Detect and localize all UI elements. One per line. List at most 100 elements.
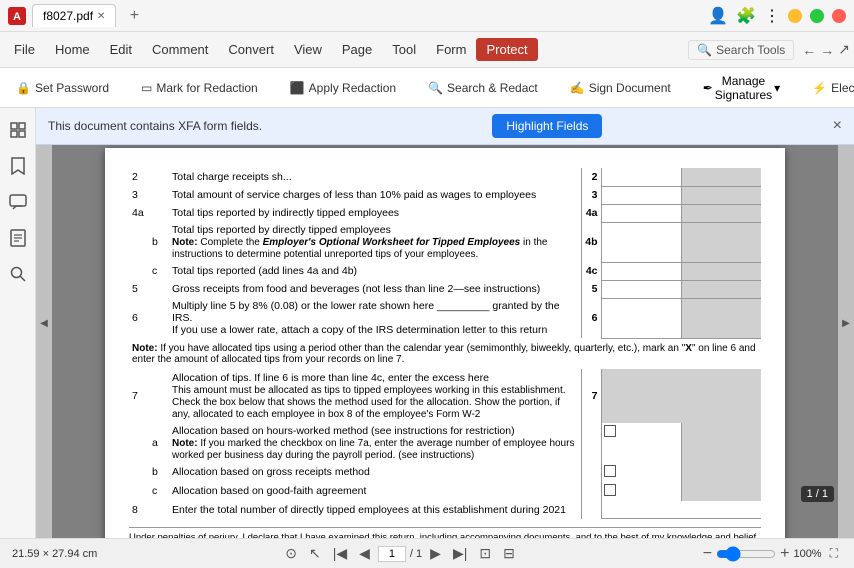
menu-convert[interactable]: Convert (218, 38, 284, 61)
table-row: 6 Multiply line 5 by 8% (0.08) or the lo… (129, 298, 761, 338)
table-row: 7 Allocation of tips. If line 6 is more … (129, 369, 761, 423)
mark-redaction-button[interactable]: ▭ Mark for Redaction (133, 77, 266, 99)
tab-close-icon[interactable]: ✕ (97, 11, 105, 22)
row-text: Allocation based on good-faith agreement (169, 482, 581, 501)
sub-line: c (149, 482, 169, 501)
line-number (129, 262, 149, 280)
menu-bar: File Home Edit Comment Convert View Page… (0, 32, 854, 68)
sidebar-bookmarks[interactable] (4, 152, 32, 180)
zoom-in-button[interactable]: + (780, 545, 789, 563)
sidebar-search[interactable] (4, 260, 32, 288)
page-count-badge: 1 / 1 (801, 486, 834, 500)
menu-file[interactable]: File (4, 38, 45, 61)
select-tool-button[interactable]: ↖ (305, 543, 325, 564)
tab-title: f8027.pdf (43, 9, 93, 23)
pdf-scroll-area[interactable]: 2 Total charge receipts sh... 2 3 Total … (52, 108, 838, 538)
line-number (129, 463, 149, 482)
scroll-left-arrow[interactable]: ◀ (36, 108, 52, 538)
menu-tool[interactable]: Tool (382, 38, 426, 61)
sub-line: b (149, 222, 169, 262)
apply-redaction-button[interactable]: ⬛ Apply Redaction (282, 77, 404, 99)
row-text: Total tips reported (add lines 4a and 4b… (169, 262, 581, 280)
first-page-button[interactable]: |◀ (329, 543, 351, 564)
more-icon[interactable]: ⋮ (764, 6, 780, 26)
user-icon: 👤 (708, 6, 728, 26)
right-line-number: 2 (581, 168, 601, 186)
toolbar: 🔒 Set Password ▭ Mark for Redaction ⬛ Ap… (0, 68, 854, 108)
fit-screen-button[interactable]: ⛶ (826, 544, 842, 563)
line-number: 6 (129, 298, 149, 338)
table-row: Note: If you have allocated tips using a… (129, 338, 761, 369)
sidebar-pages[interactable] (4, 116, 32, 144)
zoom-out-button[interactable]: − (703, 545, 712, 563)
menu-page[interactable]: Page (332, 38, 382, 61)
electronic-button[interactable]: ⚡ Electro... (804, 77, 854, 99)
fit-width-button[interactable]: ⊟ (499, 543, 519, 564)
electronic-icon: ⚡ (812, 81, 827, 95)
table-row: 5 Gross receipts from food and beverages… (129, 280, 761, 298)
forward-nav-icon[interactable]: → (820, 42, 834, 58)
pdf-area: This document contains XFA form fields. … (36, 108, 854, 538)
line-number (129, 482, 149, 501)
line-number: 7 (129, 369, 149, 423)
menu-view[interactable]: View (284, 38, 332, 61)
sidebar-comments[interactable] (4, 188, 32, 216)
right-line-number: 4a (581, 204, 601, 222)
cursor-tool-button[interactable]: ⊙ (281, 543, 301, 564)
search-tools-icon: 🔍 (697, 43, 712, 57)
table-row: 2 Total charge receipts sh... 2 (129, 168, 761, 186)
prev-page-button[interactable]: ◀ (355, 543, 374, 564)
line-number: 8 (129, 501, 149, 519)
pdf-tab[interactable]: f8027.pdf ✕ (32, 4, 116, 27)
table-row: c Total tips reported (add lines 4a and … (129, 262, 761, 280)
line-number: 5 (129, 280, 149, 298)
search-tools-label: Search Tools (716, 43, 785, 57)
line-number: 3 (129, 186, 149, 204)
sub-line: c (149, 262, 169, 280)
row-text: Allocation of tips. If line 6 is more th… (169, 369, 581, 423)
pdf-page: 2 Total charge receipts sh... 2 3 Total … (105, 148, 785, 538)
sidebar-notes[interactable] (4, 224, 32, 252)
zoom-control: − + 100% ⛶ (703, 544, 842, 563)
right-line-number: 4c (581, 262, 601, 280)
new-tab-button[interactable]: + (122, 4, 146, 28)
menu-comment[interactable]: Comment (142, 38, 218, 61)
row-text: Enter the total number of directly tippe… (169, 501, 581, 519)
highlight-fields-button[interactable]: Highlight Fields (492, 114, 602, 138)
last-page-button[interactable]: ▶| (449, 543, 471, 564)
menu-edit[interactable]: Edit (100, 38, 142, 61)
menu-home[interactable]: Home (45, 38, 100, 61)
current-page-input[interactable] (378, 546, 406, 562)
checkbox-7a[interactable] (604, 425, 616, 437)
next-page-button[interactable]: ▶ (426, 543, 445, 564)
search-redact-button[interactable]: 🔍 Search & Redact (420, 77, 546, 99)
close-button[interactable] (832, 9, 846, 23)
signatures-icon: ✒ (703, 81, 713, 95)
maximize-button[interactable] (810, 9, 824, 23)
right-line-number: 6 (581, 298, 601, 338)
menu-protect[interactable]: Protect (476, 38, 537, 61)
set-password-button[interactable]: 🔒 Set Password (8, 77, 117, 99)
sign-document-button[interactable]: ✍ Sign Document (562, 77, 679, 99)
external-link-icon[interactable]: ↗ (838, 41, 850, 58)
checkbox-7b[interactable] (604, 465, 616, 477)
manage-signatures-button[interactable]: ✒ Manage Signatures ▾ (695, 70, 788, 106)
dropdown-arrow-icon: ▾ (774, 81, 780, 95)
table-row: c Allocation based on good-faith agreeme… (129, 482, 761, 501)
zoom-slider[interactable] (716, 546, 776, 562)
scroll-right-arrow[interactable]: ▶ (838, 108, 854, 538)
lock-icon: 🔒 (16, 81, 31, 95)
pdf-wrapper: ◀ (36, 108, 854, 538)
sign-icon: ✍ (570, 81, 585, 95)
mark-redaction-icon: ▭ (141, 81, 152, 95)
row-text: Allocation based on gross receipts metho… (169, 463, 581, 482)
back-nav-icon[interactable]: ← (802, 42, 816, 58)
svg-text:A: A (13, 11, 21, 23)
minimize-button[interactable] (788, 9, 802, 23)
menu-form[interactable]: Form (426, 38, 476, 61)
row-text: Total amount of service charges of less … (169, 186, 581, 204)
notification-close-button[interactable]: × (833, 117, 842, 135)
checkbox-7c[interactable] (604, 484, 616, 496)
extension-icon: 🧩 (736, 6, 756, 26)
fit-page-button[interactable]: ⊡ (475, 543, 495, 564)
